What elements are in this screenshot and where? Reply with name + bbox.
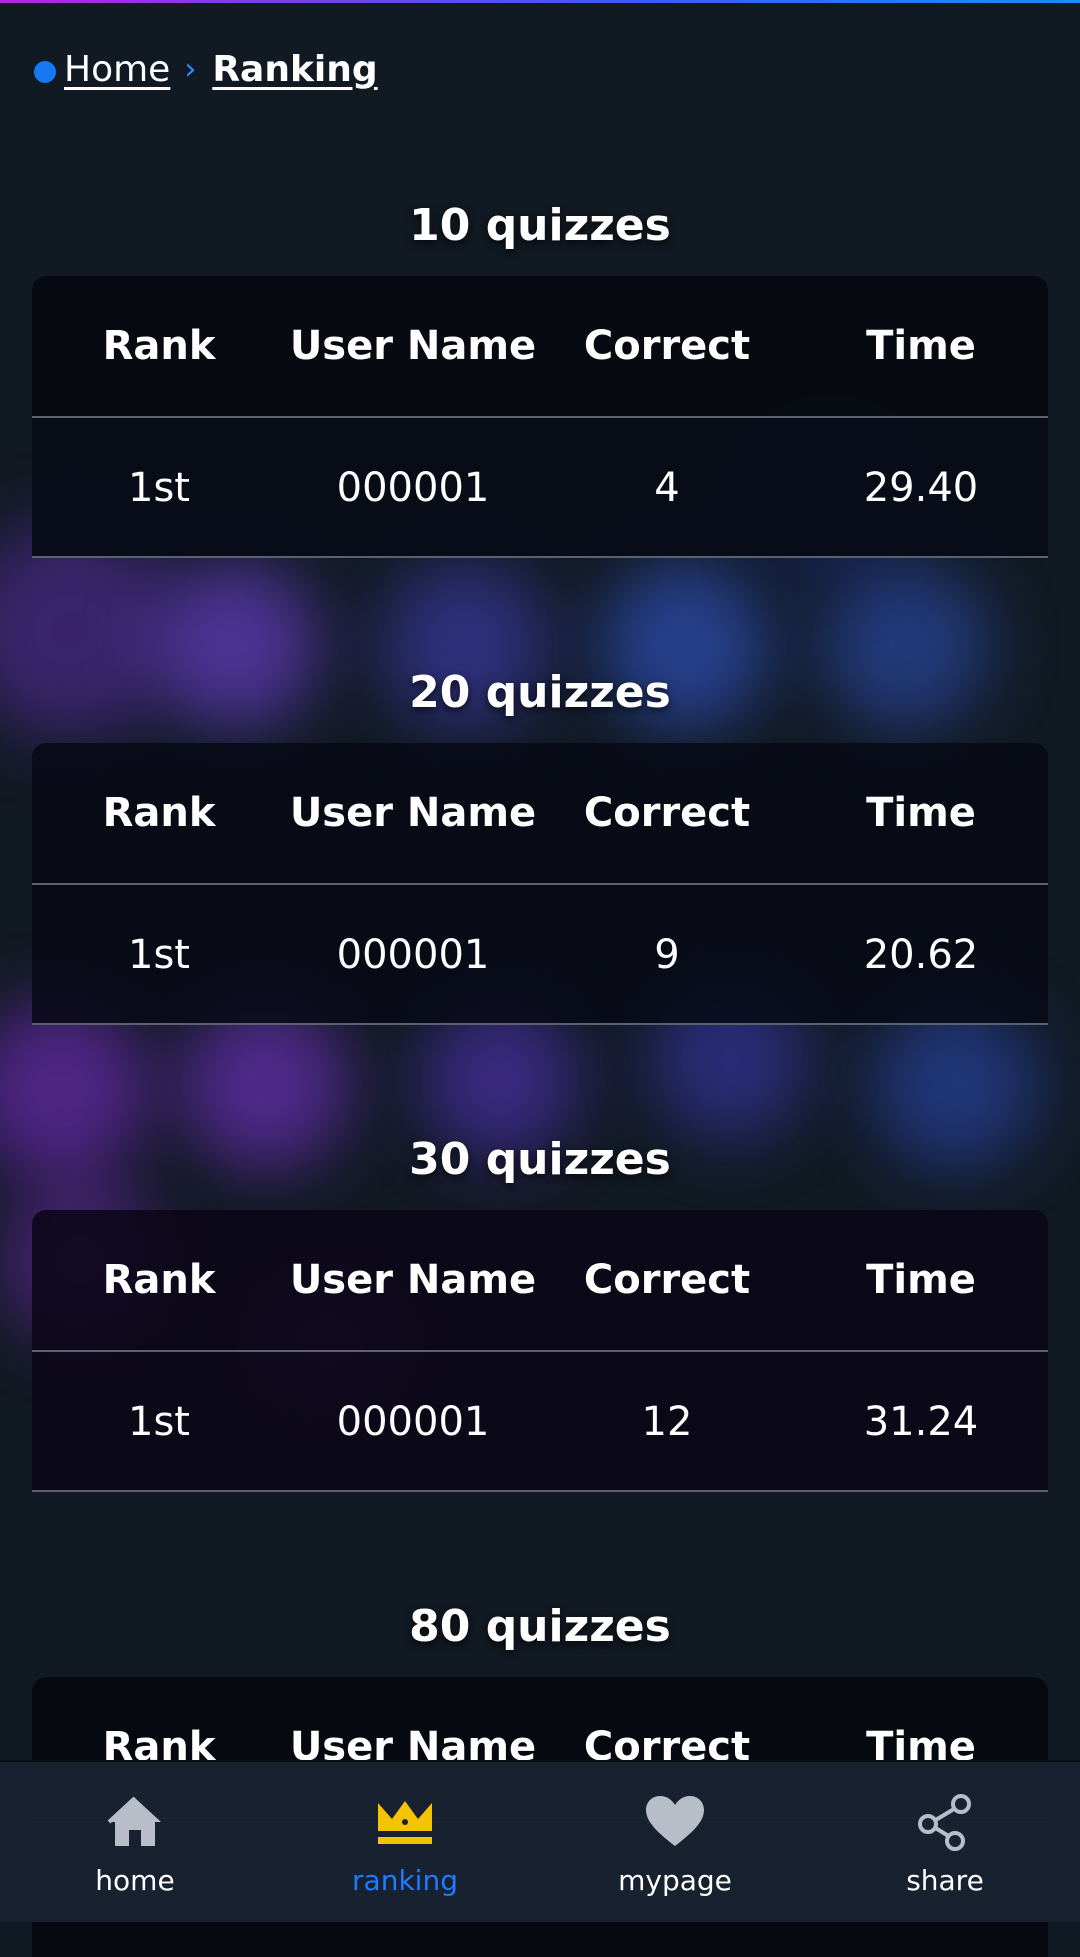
section-title: 80 quizzes	[409, 1601, 671, 1652]
table-row: 1st 000001 9 20.62	[32, 885, 1048, 1023]
section-title: 30 quizzes	[409, 1134, 671, 1185]
nav-ranking[interactable]: ranking	[270, 1762, 540, 1922]
user-name-cell: 000001	[336, 932, 490, 978]
col-correct-header: Correct	[583, 323, 751, 369]
col-user-header: User Name	[289, 323, 537, 369]
time-cell: 29.40	[863, 465, 979, 511]
col-rank-header: Rank	[102, 790, 216, 836]
breadcrumb-home-link[interactable]: Home	[64, 49, 170, 90]
nav-share-label: share	[906, 1864, 984, 1897]
section-title: 10 quizzes	[409, 200, 671, 251]
table-row: 1st 000001 12 31.24	[32, 1352, 1048, 1490]
chevron-right-icon: ›	[184, 51, 197, 87]
heart-icon	[643, 1790, 707, 1854]
ranking-table: Rank User Name Correct Time 1st 000001 9…	[32, 743, 1048, 1025]
col-user-header: User Name	[289, 790, 537, 836]
correct-cell: 9	[654, 932, 680, 978]
col-rank-header: Rank	[102, 323, 216, 369]
ranking-table: Rank User Name Correct Time 1st 000001 4…	[32, 276, 1048, 558]
rank-cell: 1st	[128, 1399, 190, 1445]
table-header-row: Rank User Name Correct Time	[32, 276, 1048, 418]
rank-cell: 1st	[128, 932, 190, 978]
col-correct-header: Correct	[583, 790, 751, 836]
col-time-header: Time	[866, 790, 976, 836]
rank-cell: 1st	[128, 465, 190, 511]
col-time-header: Time	[866, 323, 976, 369]
correct-cell: 4	[654, 465, 680, 511]
breadcrumb-current[interactable]: Ranking	[212, 49, 377, 90]
col-time-header: Time	[866, 1257, 976, 1303]
col-user-header: User Name	[289, 1257, 537, 1303]
nav-share[interactable]: share	[810, 1762, 1080, 1922]
home-dot-icon	[34, 61, 56, 83]
nav-mypage-label: mypage	[618, 1864, 732, 1897]
nav-home-label: home	[95, 1864, 175, 1897]
time-cell: 31.24	[863, 1399, 979, 1445]
table-row: 1st 000001 4 29.40	[32, 418, 1048, 556]
user-name-cell: 000001	[336, 1399, 490, 1445]
table-header-row: Rank User Name Correct Time	[32, 1210, 1048, 1352]
breadcrumb: Home › Ranking	[34, 44, 378, 94]
bottom-navigation: home ranking mypage share	[0, 1760, 1080, 1922]
crown-icon	[373, 1790, 437, 1854]
share-icon	[913, 1790, 977, 1854]
time-cell: 20.62	[863, 932, 979, 978]
ranking-table: Rank User Name Correct Time 1st 000001 1…	[32, 1210, 1048, 1492]
col-correct-header: Correct	[583, 1257, 751, 1303]
nav-mypage[interactable]: mypage	[540, 1762, 810, 1922]
correct-cell: 12	[641, 1399, 693, 1445]
home-icon	[103, 1790, 167, 1854]
section-title: 20 quizzes	[409, 667, 671, 718]
nav-ranking-label: ranking	[352, 1864, 458, 1897]
nav-home[interactable]: home	[0, 1762, 270, 1922]
user-name-cell: 000001	[336, 465, 490, 511]
col-rank-header: Rank	[102, 1257, 216, 1303]
table-header-row: Rank User Name Correct Time	[32, 743, 1048, 885]
